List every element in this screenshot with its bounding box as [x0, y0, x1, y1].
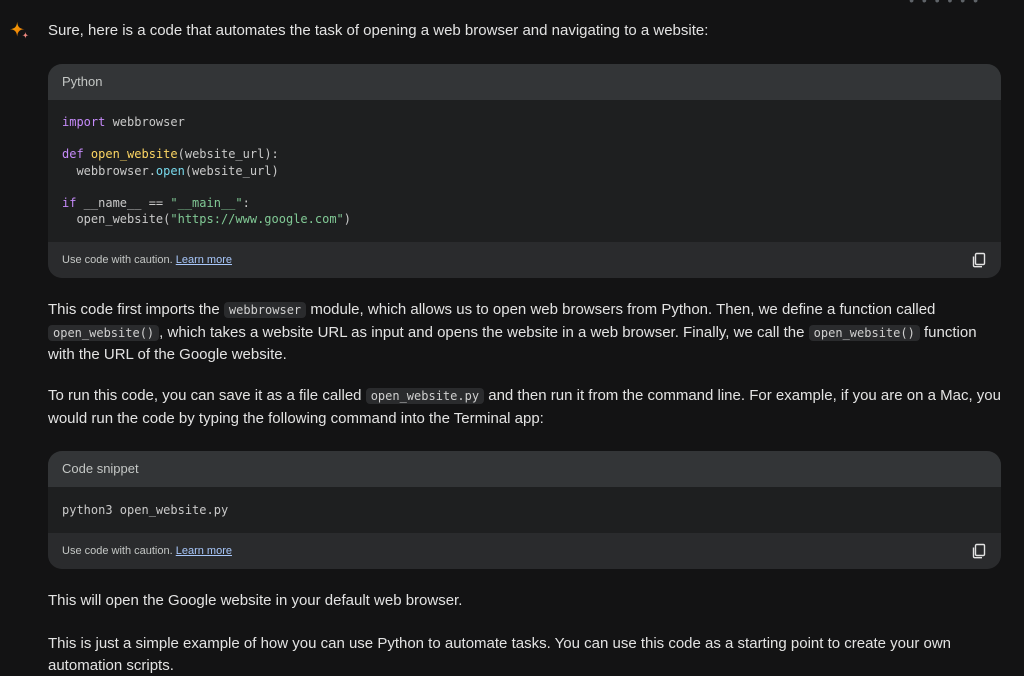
- code-text: ): [343, 212, 351, 227]
- inline-code: webbrowser: [223, 302, 307, 318]
- sparkle-icon: [9, 21, 29, 39]
- code-text: (website_url):: [177, 147, 279, 162]
- code-block-snippet: Code snippet python3 open_website.py Use…: [48, 451, 1001, 569]
- paragraph-text: This code first imports the: [48, 301, 224, 318]
- code-language-label: Code snippet: [48, 451, 1001, 487]
- code-text: open_website(: [62, 212, 171, 227]
- code-keyword: import: [62, 115, 106, 129]
- code-text: webbrowser.: [62, 163, 156, 178]
- code-content[interactable]: python3 open_website.py: [48, 487, 1001, 533]
- code-language-label: Python: [48, 64, 1001, 100]
- code-footer: Use code with caution. Learn more: [48, 533, 1001, 569]
- inline-code: open_website(): [48, 324, 160, 341]
- caution-text: Use code with caution.: [62, 545, 173, 557]
- code-keyword: if: [62, 196, 77, 211]
- result-paragraph: This will open the Google website in you…: [48, 592, 463, 609]
- code-content[interactable]: import webbrowser def open_website(websi…: [48, 100, 1001, 242]
- paragraph-text: module, which allows us to open web brow…: [306, 301, 936, 318]
- inline-code: open_website(): [808, 324, 920, 341]
- learn-more-link[interactable]: Learn more: [176, 254, 232, 266]
- code-string: "__main__": [170, 196, 243, 211]
- code-function-name: open_website: [90, 147, 178, 162]
- code-string: "https://www.google.com": [170, 212, 344, 227]
- run-instructions-paragraph: To run this code, you can save it as a f…: [48, 385, 1001, 429]
- closing-paragraph: This is just a simple example of how you…: [48, 635, 952, 674]
- copy-icon[interactable]: [971, 543, 987, 559]
- code-keyword: def: [62, 147, 84, 162]
- paragraph-text: To run this code, you can save it as a f…: [48, 387, 366, 404]
- explanation-paragraph: This code first imports the webbrowser m…: [48, 299, 1001, 366]
- code-attribute: open: [155, 163, 185, 178]
- code-text: :: [242, 196, 250, 211]
- code-block-python: Python import webbrowser def open_websit…: [48, 64, 1001, 278]
- learn-more-link[interactable]: Learn more: [176, 545, 232, 557]
- code-text: (website_url): [184, 163, 279, 178]
- paragraph-text: , which takes a website URL as input and…: [159, 323, 809, 341]
- code-footer: Use code with caution. Learn more: [48, 242, 1001, 278]
- code-text: webbrowser: [105, 115, 185, 129]
- copy-icon[interactable]: [971, 252, 987, 268]
- inline-code: open_website.py: [365, 388, 485, 404]
- top-overflow-dots: • • • • • •: [909, 0, 980, 8]
- code-text: __name__ ==: [76, 196, 171, 211]
- intro-text: Sure, here is a code that automates the …: [48, 22, 709, 39]
- caution-text: Use code with caution.: [62, 254, 173, 266]
